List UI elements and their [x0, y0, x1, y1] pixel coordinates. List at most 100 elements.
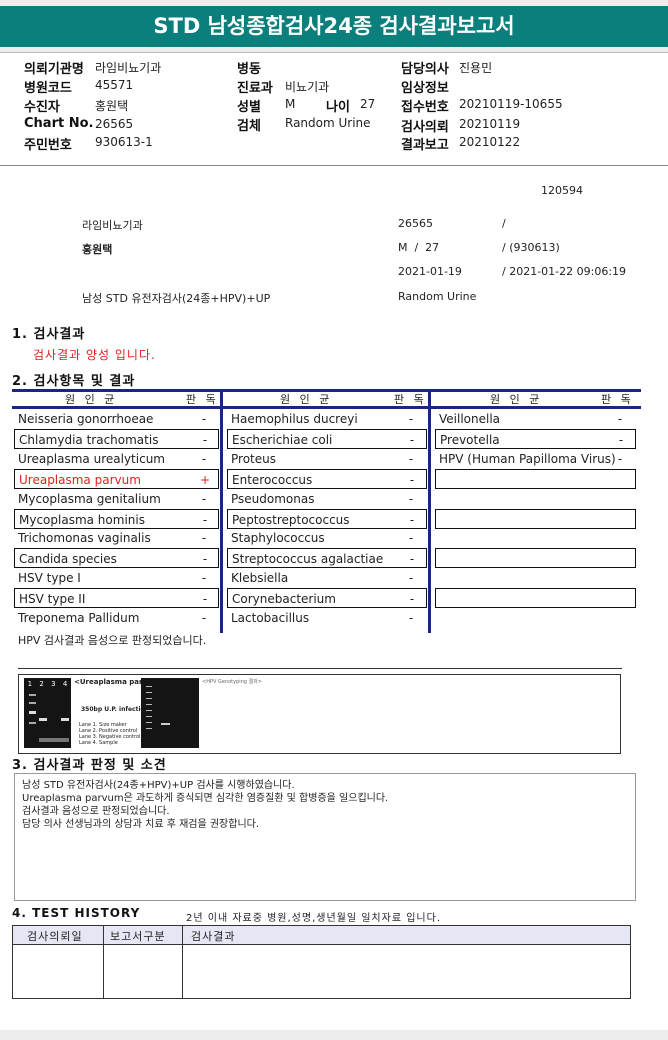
ladder-band	[146, 704, 152, 705]
result-row: Neisseria gonorrhoeae -	[14, 409, 219, 429]
judgement-value: -	[617, 452, 623, 466]
result-row: Proteus -	[227, 449, 427, 469]
hospital-code-label: 병원코드	[24, 81, 72, 96]
result-row: HPV (Human Papilloma Virus) -	[435, 449, 636, 469]
judgement-value: +	[199, 473, 211, 487]
organism-name: Trichomonas vaginalis	[18, 531, 151, 545]
primer-band	[39, 738, 69, 742]
organism-name: Lactobacillus	[231, 611, 310, 625]
judgement-value: -	[408, 531, 414, 545]
resident-no-label: 주민번호	[24, 138, 72, 153]
institution-value: 라임비뇨기과	[95, 61, 162, 75]
opinion-line: 남성 STD 유전자검사(24종+HPV)+UP 검사를 시행하였습니다.	[22, 780, 295, 791]
column-divider-1	[220, 389, 223, 633]
ladder-band	[146, 698, 152, 699]
form-test-name: 남성 STD 유전자검사(24종+HPV)+UP	[82, 292, 271, 305]
result-row: Ureaplasma parvum +	[14, 469, 219, 489]
receipt-no-value: 20210119-10655	[459, 97, 563, 111]
form-patient: 홍원택	[82, 243, 113, 256]
judgement-value: -	[201, 452, 207, 466]
result-row: Mycoplasma genitalium -	[14, 489, 219, 509]
organism-name: Proteus	[231, 452, 276, 466]
judgement-value: -	[201, 412, 207, 426]
receipt-no-label: 접수번호	[401, 100, 449, 115]
resident-no-value: 930613-1	[95, 135, 153, 149]
ladder-band	[29, 694, 36, 696]
ladder-band	[146, 710, 152, 711]
ladder-band	[29, 702, 36, 704]
organism-name: Chlamydia trachomatis	[19, 433, 159, 447]
empty-result-row	[435, 548, 636, 568]
gel-image: 1 2 3 4	[24, 678, 71, 748]
result-row: Treponema Pallidum -	[14, 608, 219, 628]
result-row: HSV type I -	[14, 568, 219, 588]
judgement-value: -	[408, 492, 414, 506]
result-row: Staphylococcus -	[227, 528, 427, 548]
result-row: Veillonella -	[435, 409, 636, 429]
organism-name: Treponema Pallidum	[18, 611, 140, 625]
judgement-value: -	[201, 611, 207, 625]
result-row: Candida species -	[14, 548, 219, 568]
section2-title: 2. 검사항목 및 결과	[12, 374, 136, 389]
organism-name: Mycoplasma genitalium	[18, 492, 161, 506]
judgement-value: -	[409, 473, 415, 487]
recipient-label: 수진자	[24, 100, 60, 115]
section4-note: 2년 이내 자료중 병원,성명,생년월일 일치자료 입니다.	[186, 913, 441, 924]
figure-rule	[18, 668, 622, 669]
form-sex-age: M / 27	[398, 241, 440, 254]
history-col-request-date: 검사의뢰일	[27, 930, 83, 943]
history-divider	[103, 926, 104, 998]
col2-organism-header: 원 인 균	[280, 393, 333, 406]
judgement-value: -	[201, 571, 207, 585]
col1-organism-header: 원 인 균	[65, 393, 118, 406]
positive-band	[39, 718, 47, 721]
ladder-band	[146, 686, 152, 687]
clinical-label: 임상정보	[401, 81, 449, 96]
form-slash: /	[502, 217, 506, 230]
ladder-band	[146, 728, 152, 729]
request-date-label: 검사의뢰	[401, 120, 449, 135]
col3-organism-header: 원 인 균	[490, 393, 543, 406]
result-row: Ureaplasma urealyticum -	[14, 449, 219, 469]
lane-number: 3	[51, 680, 56, 688]
organism-name: Ureaplasma parvum	[19, 473, 141, 487]
column-divider-2	[428, 389, 431, 633]
col3-judgement-header: 판 독	[601, 393, 634, 406]
header-panel: 의뢰기관명 라임비뇨기과 병원코드 45571 수진자 홍원택 Chart No…	[0, 52, 668, 166]
dept-label: 진료과	[237, 81, 273, 96]
lane-number: 4	[62, 680, 68, 688]
organism-name: Escherichiae coli	[232, 433, 333, 447]
result-row: HSV type II -	[14, 588, 219, 608]
result-row: Peptostreptococcus -	[227, 509, 427, 529]
chart-no-label: Chart No.	[24, 116, 94, 131]
gel-figure: 1 2 3 4 <Ureaplasma parvum> 350bp U.P. i…	[18, 674, 621, 754]
col1-judgement-header: 판 독	[186, 393, 219, 406]
organism-name: Enterococcus	[232, 473, 313, 487]
organism-name: Mycoplasma hominis	[19, 513, 145, 527]
hpv-gel-title: <HPV Genotyping 결과>	[202, 679, 262, 685]
request-date-value: 20210119	[459, 117, 521, 131]
judgement-value: -	[202, 513, 208, 527]
report-title: STD 남성종합검사24종 검사결과보고서	[0, 6, 668, 47]
opinion-box: 남성 STD 유전자검사(24종+HPV)+UP 검사를 시행하였습니다. Ur…	[14, 773, 636, 901]
organism-name: Staphylococcus	[231, 531, 325, 545]
opinion-line: 검사결과 음성으로 판정되었습니다.	[22, 806, 170, 817]
form-chart: 26565	[398, 217, 433, 230]
result-row: Enterococcus -	[227, 469, 427, 489]
lane-number: 1	[27, 680, 33, 688]
organism-name: Ureaplasma urealyticum	[18, 452, 165, 466]
doc-number: 120594	[541, 184, 583, 197]
history-table: 검사의뢰일 보고서구분 검사결과	[12, 925, 631, 999]
institution-label: 의뢰기관명	[24, 62, 84, 77]
result-row: Haemophilus ducreyi -	[227, 409, 427, 429]
form-clinic: 라임비뇨기과	[82, 219, 143, 232]
result-row: Klebsiella -	[227, 568, 427, 588]
form-receipt-date: 2021-01-19	[398, 265, 462, 278]
result-row: Streptococcus agalactiae -	[227, 548, 427, 568]
ladder-band	[146, 692, 152, 693]
section1-title: 1. 검사결과	[12, 327, 86, 342]
gel-legend: Lane 1. Size maker Lane 2. Positive cont…	[79, 722, 140, 746]
judgement-value: -	[409, 552, 415, 566]
judgement-value: -	[409, 513, 415, 527]
judgement-value: -	[408, 611, 414, 625]
